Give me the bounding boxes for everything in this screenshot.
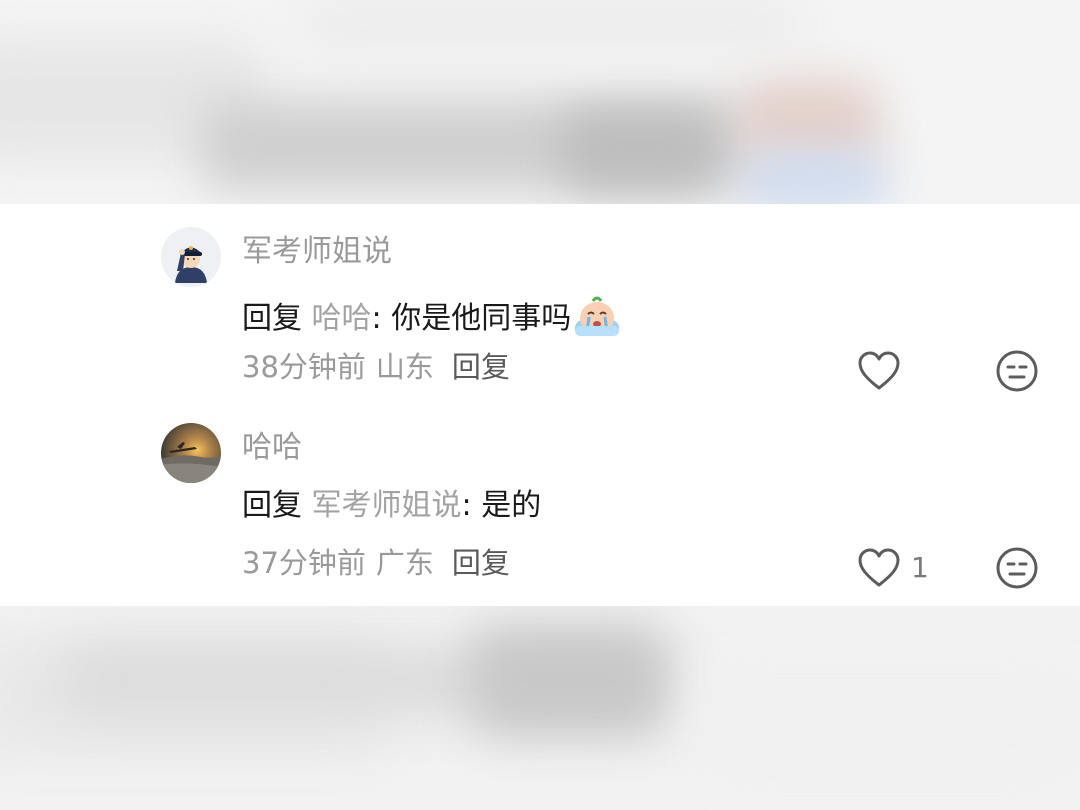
- blurred-following-content: [0, 606, 1080, 810]
- crying-face-emoji-icon: [573, 294, 621, 338]
- reply-prefix: 回复: [242, 301, 302, 336]
- like-count: 1: [911, 551, 929, 584]
- reply-colon: :: [461, 488, 482, 523]
- reply-target-username[interactable]: 哈哈: [312, 301, 372, 336]
- neutral-face-icon: [996, 547, 1038, 589]
- avatar[interactable]: [161, 423, 221, 483]
- reply-content: 是的: [481, 488, 542, 523]
- heart-outline-icon: [858, 548, 900, 587]
- heart-outline-icon: [858, 351, 900, 390]
- soldier-saluting-icon: [161, 227, 221, 287]
- reply-content: 你是他同事吗: [391, 301, 572, 336]
- comment-meta: 37分钟前 广东 回复: [242, 549, 510, 578]
- blurred-previous-content: [0, 0, 1080, 204]
- username[interactable]: 哈哈: [242, 433, 302, 463]
- like-button[interactable]: [856, 545, 902, 591]
- timestamp: 37分钟前: [242, 546, 366, 580]
- location: 广东: [375, 546, 434, 580]
- like-button[interactable]: [856, 348, 902, 394]
- reply-colon: :: [371, 301, 392, 336]
- username[interactable]: 军考师姐说: [242, 237, 392, 267]
- comment-meta: 38分钟前 山东 回复: [242, 353, 510, 382]
- neutral-face-icon: [996, 350, 1038, 392]
- sunset-plane-icon: [161, 423, 221, 483]
- reply-prefix: 回复: [242, 488, 302, 523]
- avatar[interactable]: [161, 227, 221, 287]
- reply-button[interactable]: 回复: [452, 546, 510, 580]
- dislike-button[interactable]: [994, 545, 1040, 591]
- timestamp: 38分钟前: [242, 350, 366, 384]
- comment-text: 回复 军考师姐说: 是的: [242, 491, 541, 521]
- reply-target-username[interactable]: 军考师姐说: [312, 488, 462, 523]
- location: 山东: [375, 350, 434, 384]
- dislike-button[interactable]: [994, 348, 1040, 394]
- comment-thread-screenshot: 军考师姐说 回复 哈哈: 你是他同事吗 38分钟前 山东 回复 哈哈 回复 军考…: [0, 0, 1080, 810]
- reply-button[interactable]: 回复: [452, 350, 510, 384]
- comment-text: 回复 哈哈: 你是他同事吗: [242, 294, 621, 338]
